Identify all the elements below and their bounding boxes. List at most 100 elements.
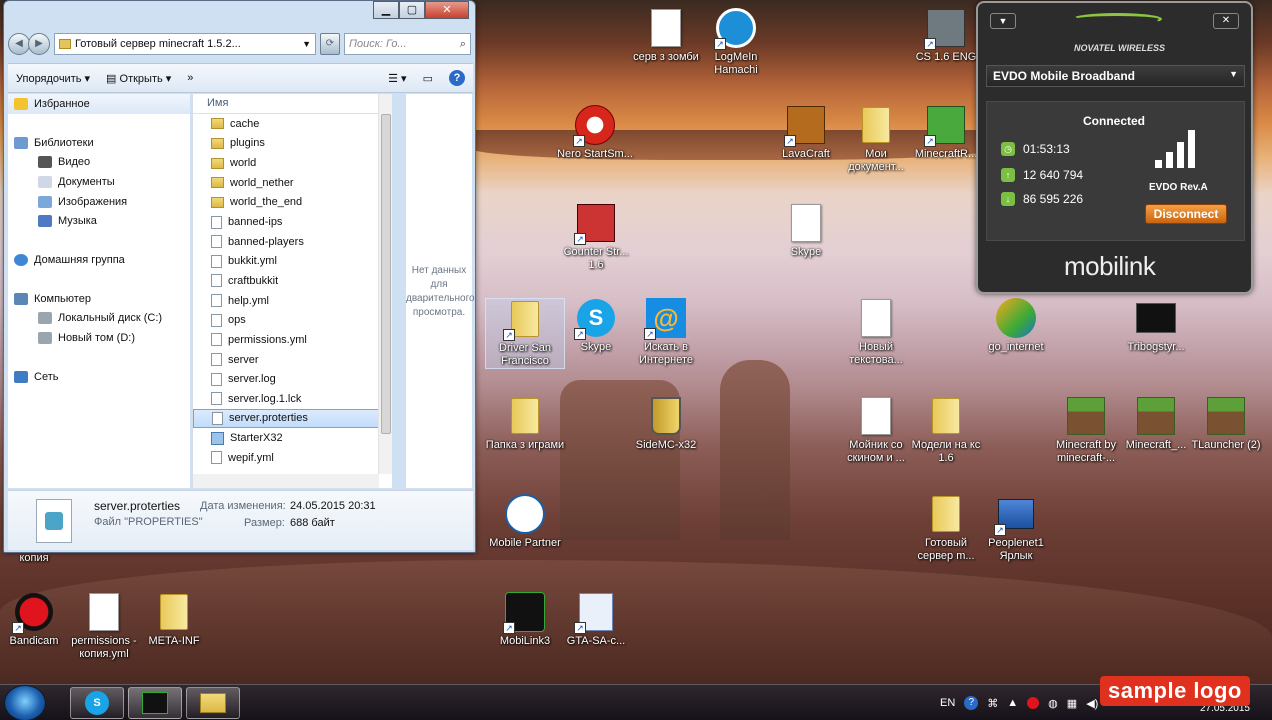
minimize-button[interactable]: ▁ [373,1,399,19]
language-indicator[interactable]: EN [940,697,955,709]
horizontal-scrollbar[interactable] [193,474,379,488]
nav-item-documents[interactable]: Документы [8,172,190,192]
desktop-icon[interactable]: серв з зомби [626,8,706,64]
file-row[interactable]: craftbukkit [193,271,392,291]
taskbar-mobilink[interactable] [128,687,182,719]
desktop-icon[interactable]: SideMC-x32 [626,396,706,452]
nav-item-video[interactable]: Видео [8,152,190,172]
desktop-icon[interactable]: Tribogstyr... [1116,298,1196,354]
desktop-icon[interactable]: Готовый сервер m... [906,494,986,563]
desktop-icon[interactable]: @ ↗ Искать в Интернете [626,298,706,367]
file-row[interactable]: StarterX32 [193,428,392,448]
file-row[interactable]: bukkit.yml [193,251,392,271]
desktop-icon[interactable]: Skype [766,203,846,259]
file-row[interactable]: server.log [193,369,392,389]
desktop-icon[interactable]: Новый текстова... [836,298,916,367]
volume-icon[interactable]: ◀) [1086,697,1098,710]
desktop-icon[interactable]: go_internet [976,298,1056,354]
desktop-icon[interactable]: Minecraft by minecraft-... [1046,396,1126,465]
desktop-icon[interactable]: Minecraft_... [1116,396,1196,452]
file-row[interactable]: help.yml [193,291,392,311]
desktop-icon[interactable]: ↗ LavaCraft [766,105,846,161]
help-icon[interactable]: ? [449,70,465,86]
more-button[interactable]: » [187,72,193,84]
file-row[interactable]: wepif.yml [193,448,392,468]
file-row[interactable]: ops [193,310,392,330]
desktop-icon[interactable]: TLauncher (2) [1186,396,1266,452]
view-options-icon[interactable]: ☰ ▾ [388,72,406,85]
taskbar-skype[interactable]: S [70,687,124,719]
file-row[interactable]: cache [193,114,392,134]
desktop-icon[interactable]: ↗ Peoplenet1 Ярлык [976,494,1056,563]
vertical-scrollbar[interactable] [378,94,392,474]
desktop-icon[interactable]: Папка з играми [485,396,565,452]
file-row[interactable]: banned-ips [193,212,392,232]
nav-item-music[interactable]: Музыка [8,211,190,231]
desktop-icon[interactable]: permissions - копия.yml [64,592,144,661]
help-icon[interactable]: ? [964,696,979,710]
file-row[interactable]: world [193,153,392,173]
mobilink-widget[interactable]: ▼ ✕ NOVATEL WIRELESS EVDO Mobile Broadba… [976,1,1253,294]
chevron-up-icon[interactable]: ▲ [1007,697,1018,709]
desktop-icon[interactable]: ↗ LogMeIn Hamachi [696,8,776,77]
organize-button[interactable]: Упорядочить ▾ [16,72,90,85]
file-list[interactable]: Имя cache plugins world world_nether world_t… [192,94,392,488]
desktop-icon[interactable]: ↗ Driver San Francisco [485,298,565,369]
nav-item-pictures[interactable]: Изображения [8,192,190,212]
record-icon[interactable] [1027,697,1040,709]
file-row[interactable]: plugins [193,134,392,154]
desktop-icon[interactable]: S ↗ Skype [556,298,636,354]
nav-item-drive-c[interactable]: Локальный диск (C:) [8,309,190,329]
forward-button[interactable]: ▶ [28,33,50,55]
refresh-button[interactable]: ⟳ [320,33,340,55]
nav-item-homegroup[interactable]: Домашняя группа [8,250,190,270]
taskbar-explorer[interactable] [186,687,240,719]
close-button[interactable]: ✕ [425,1,469,19]
desktop-icon[interactable]: ↗ MinecraftR... [906,105,986,161]
desktop-icon[interactable]: копия [0,552,74,565]
desktop-icon[interactable]: ↗ CS 1.6 ENG [906,8,986,64]
nav-item-computer[interactable]: Компьютер [8,289,190,309]
search-input[interactable]: Поиск: Го... ⌕ [344,33,471,55]
nav-item-libraries[interactable]: Библиотеки [8,133,190,153]
widget-close-button[interactable]: ✕ [1213,13,1239,29]
open-button[interactable]: ▤ Открыть ▾ [106,72,171,85]
nav-item-favorites[interactable]: Избранное [8,94,190,114]
chevron-down-icon[interactable]: ▼ [302,39,311,49]
grass-block-icon [1067,397,1105,435]
mobilink-tray-icon[interactable]: ◍ [1048,697,1058,710]
scrollbar-thumb[interactable] [381,114,391,434]
file-row[interactable]: server.log.1.lck [193,389,392,409]
desktop-icon[interactable]: ↗ GTA-SA-c... [556,592,636,648]
preview-pane-icon[interactable]: ▭ [423,72,433,85]
desktop-icon[interactable]: Модели на кс 1.6 [906,396,986,465]
network-icon[interactable]: ▦ [1067,697,1077,710]
desktop-icon[interactable]: Mobile Partner [485,494,565,550]
desktop-icon[interactable]: ↗ Counter Str... 1.6 [556,203,636,272]
connection-dropdown[interactable]: EVDO Mobile Broadband ▼ [986,65,1245,87]
file-row[interactable]: world_the_end [193,193,392,213]
column-header-name[interactable]: Имя [193,94,392,114]
start-button[interactable] [4,685,46,720]
file-row[interactable]: world_nether [193,173,392,193]
mobilink-logo: mobilink [1064,251,1156,281]
file-row[interactable]: permissions.yml [193,330,392,350]
address-bar[interactable]: Готовый сервер minecraft 1.5.2... ▼ [54,33,316,55]
tray-icon[interactable]: ⌘ [987,697,998,710]
desktop-icon[interactable]: Мойник со скином и ... [836,396,916,465]
desktop-icon[interactable]: Мои документ... [836,105,916,174]
file-row[interactable]: server.proterties [193,408,392,429]
widget-menu-button[interactable]: ▼ [990,13,1016,29]
disconnect-button[interactable]: Disconnect [1145,204,1227,224]
nav-item-drive-d[interactable]: Новый том (D:) [8,328,190,348]
explorer-window[interactable]: ▁ ▢ ✕ ◀ ▶ Готовый сервер minecraft 1.5.2… [3,0,476,553]
desktop-icon[interactable]: ↗ Nero StartSm... [555,105,635,161]
desktop-icon[interactable]: ↗ MobiLink3 [485,592,565,648]
desktop-icon[interactable]: ↗ Bandicam [0,592,74,648]
file-row[interactable]: server [193,350,392,370]
desktop-icon[interactable]: META-INF [134,592,214,648]
nav-item-network[interactable]: Сеть [8,367,190,387]
maximize-button[interactable]: ▢ [399,1,425,19]
file-row[interactable]: banned-players [193,232,392,252]
back-button[interactable]: ◀ [8,33,30,55]
